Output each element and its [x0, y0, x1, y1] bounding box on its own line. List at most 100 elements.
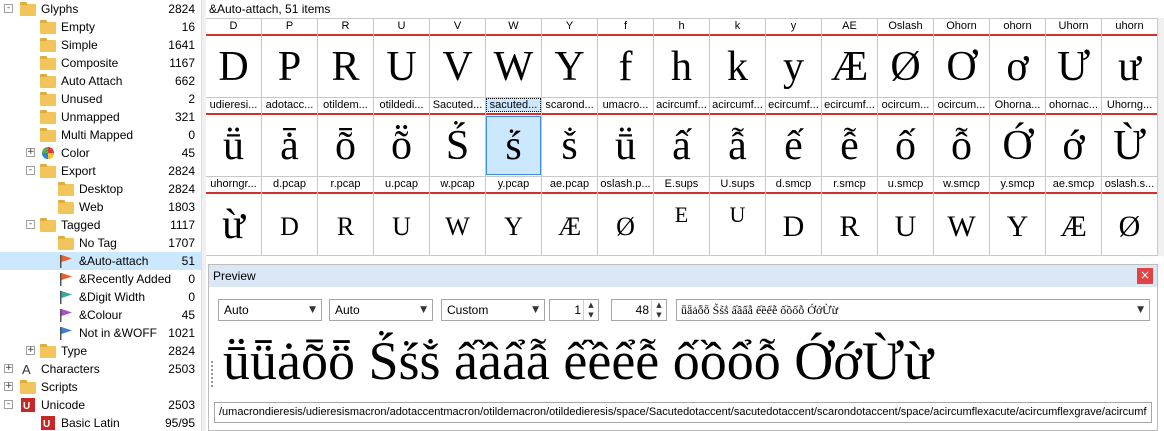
glyph-cell[interactable]: ae.smcp Æ [1046, 177, 1102, 256]
tree-item[interactable]: Not in &WOFF 1021 [0, 324, 201, 342]
glyph-cell[interactable]: PP [262, 19, 318, 98]
tree-item[interactable]: Unused 2 [0, 90, 201, 108]
close-icon[interactable]: × [1137, 268, 1153, 284]
glyph-cell[interactable]: otildedi... ṏ [374, 98, 430, 177]
tree-item[interactable]: + Scripts [0, 378, 201, 396]
glyph-cell[interactable]: adotacc... ǡ [262, 98, 318, 177]
glyph-cell[interactable]: hh [654, 19, 710, 98]
glyph-cell[interactable]: y.smcp Y [990, 177, 1046, 256]
collapse-icon[interactable]: - [26, 220, 35, 229]
tree-item[interactable]: &Recently Added 0 [0, 270, 201, 288]
tree-item[interactable]: &Digit Width 0 [0, 288, 201, 306]
glyph-cell[interactable]: WW [486, 19, 542, 98]
glyph-cell[interactable]: sacuted... ṥ [486, 98, 542, 177]
glyph-cell[interactable]: Uhorng... Ừ [1102, 98, 1158, 177]
glyph-cell[interactable]: ocircum... ỗ [934, 98, 990, 177]
expand-icon[interactable]: + [4, 364, 13, 373]
glyph-cell[interactable]: oslash.p... Ø [598, 177, 654, 256]
glyph-cell[interactable]: uhorngr... ừ [206, 177, 262, 256]
glyph-cell[interactable]: ecircumf... ế [766, 98, 822, 177]
expand-icon[interactable]: + [26, 346, 35, 355]
tree-item[interactable]: Simple 1641 [0, 36, 201, 54]
tree-item[interactable]: + Color 45 [0, 144, 201, 162]
collapse-icon[interactable]: - [26, 166, 35, 175]
glyph-cell[interactable]: YY [542, 19, 598, 98]
glyph-cell[interactable]: yy [766, 19, 822, 98]
tree-item[interactable]: - U Unicode 2503 [0, 396, 201, 414]
glyph-cell[interactable]: Sacuted... Ṥ [430, 98, 486, 177]
glyph-cell[interactable]: otildem... ȭ [318, 98, 374, 177]
glyph-cell[interactable]: Oslash Ø [878, 19, 934, 98]
glyph-cell[interactable]: acircumf... ấ [654, 98, 710, 177]
expand-icon[interactable]: + [4, 382, 13, 391]
glyph-cell[interactable]: Ohorn Ơ [934, 19, 990, 98]
glyph-cell[interactable]: ohornac... ớ [1046, 98, 1102, 177]
resize-grip[interactable] [211, 361, 215, 387]
tree-item[interactable]: No Tag 1707 [0, 234, 201, 252]
glyph-cell[interactable]: oslash.s... Ø [1102, 177, 1158, 256]
preview-text-input[interactable]: ǖǟȧȭȫ Ṥṥṧ ấầẩẫ ếềểễ ốồổỗ ỚớỪừ ▼ [676, 299, 1150, 321]
tree-item[interactable]: Web 1803 [0, 198, 201, 216]
tree-item[interactable]: Multi Mapped 0 [0, 126, 201, 144]
collapse-icon[interactable]: - [4, 400, 13, 409]
tree-item[interactable]: - Export 2824 [0, 162, 201, 180]
spin-down-icon[interactable]: ▼ [584, 310, 598, 320]
tree-item[interactable]: Unmapped 321 [0, 108, 201, 126]
glyph-cell[interactable]: w.smcp W [934, 177, 990, 256]
spin-up-icon[interactable]: ▲ [584, 300, 598, 310]
tree-item[interactable]: U Basic Latin 95/95 [0, 414, 201, 431]
tree-item[interactable]: + Type 2824 [0, 342, 201, 360]
glyph-cell[interactable]: UU [374, 19, 430, 98]
glyph-string-field[interactable]: /umacrondieresis/udieresismacron/adotacc… [214, 402, 1152, 423]
tree-item[interactable]: Composite 1167 [0, 54, 201, 72]
tree-item[interactable]: - Tagged 1117 [0, 216, 201, 234]
glyph-cell[interactable]: E.sups E [654, 177, 710, 256]
glyph-separator [934, 113, 989, 115]
expand-icon[interactable]: + [26, 148, 35, 157]
script-combo[interactable]: Auto ▼ [218, 299, 322, 321]
language-combo[interactable]: Auto ▼ [329, 299, 433, 321]
glyph-cell[interactable]: u.pcap U [374, 177, 430, 256]
glyph-cell[interactable]: ecircumf... ễ [822, 98, 878, 177]
glyph-cell[interactable]: d.smcp D [766, 177, 822, 256]
glyph-cell[interactable]: VV [430, 19, 486, 98]
glyph-cell[interactable]: RR [318, 19, 374, 98]
glyph-cell[interactable]: ohorn ơ [990, 19, 1046, 98]
glyph-cell[interactable]: ff [598, 19, 654, 98]
font-size-spinner[interactable]: 48 ▲ ▼ [611, 299, 667, 321]
tree-item[interactable]: - Glyphs 2824 [0, 0, 201, 18]
line-spacing-spinner[interactable]: 1 ▲ ▼ [549, 299, 599, 321]
glyph-cell[interactable]: ae.pcap Æ [542, 177, 598, 256]
glyph-cell[interactable]: ocircum... ố [878, 98, 934, 177]
spinner-buttons[interactable]: ▲ ▼ [651, 300, 666, 320]
tree-item[interactable]: &Colour 45 [0, 306, 201, 324]
tree-item[interactable]: &Auto-attach 51 [0, 252, 201, 270]
glyph-cell[interactable]: U.sups U [710, 177, 766, 256]
collapse-icon[interactable]: - [4, 4, 13, 13]
grid-scrollbar[interactable] [1158, 18, 1164, 256]
glyph-cell[interactable]: scarond... ṧ [542, 98, 598, 177]
glyph-cell[interactable]: DD [206, 19, 262, 98]
glyph-cell[interactable]: u.smcp U [878, 177, 934, 256]
glyph-cell[interactable]: umacro... ṻ [598, 98, 654, 177]
glyph-cell[interactable]: y.pcap Y [486, 177, 542, 256]
tree-item[interactable]: Empty 16 [0, 18, 201, 36]
glyph-cell[interactable]: acircumf... ẫ [710, 98, 766, 177]
glyph-cell[interactable]: AE Æ [822, 19, 878, 98]
glyph-cell[interactable]: uhorn ư [1102, 19, 1158, 98]
tree-item[interactable]: Desktop 2824 [0, 180, 201, 198]
glyph-cell[interactable]: Ohorna... Ớ [990, 98, 1046, 177]
glyph-cell[interactable]: r.smcp R [822, 177, 878, 256]
glyph-cell[interactable]: udieresi... ṻ [206, 98, 262, 177]
spinner-buttons[interactable]: ▲ ▼ [583, 300, 598, 320]
glyph-cell[interactable]: r.pcap R [318, 177, 374, 256]
glyph-cell[interactable]: Uhorn Ư [1046, 19, 1102, 98]
glyph-cell[interactable]: w.pcap W [430, 177, 486, 256]
glyph-cell[interactable]: kk [710, 19, 766, 98]
tree-item[interactable]: Auto Attach 662 [0, 72, 201, 90]
features-combo[interactable]: Custom ▼ [441, 299, 545, 321]
tree-item[interactable]: + A Characters 2503 [0, 360, 201, 378]
spin-down-icon[interactable]: ▼ [652, 310, 666, 320]
spin-up-icon[interactable]: ▲ [652, 300, 666, 310]
glyph-cell[interactable]: d.pcap D [262, 177, 318, 256]
